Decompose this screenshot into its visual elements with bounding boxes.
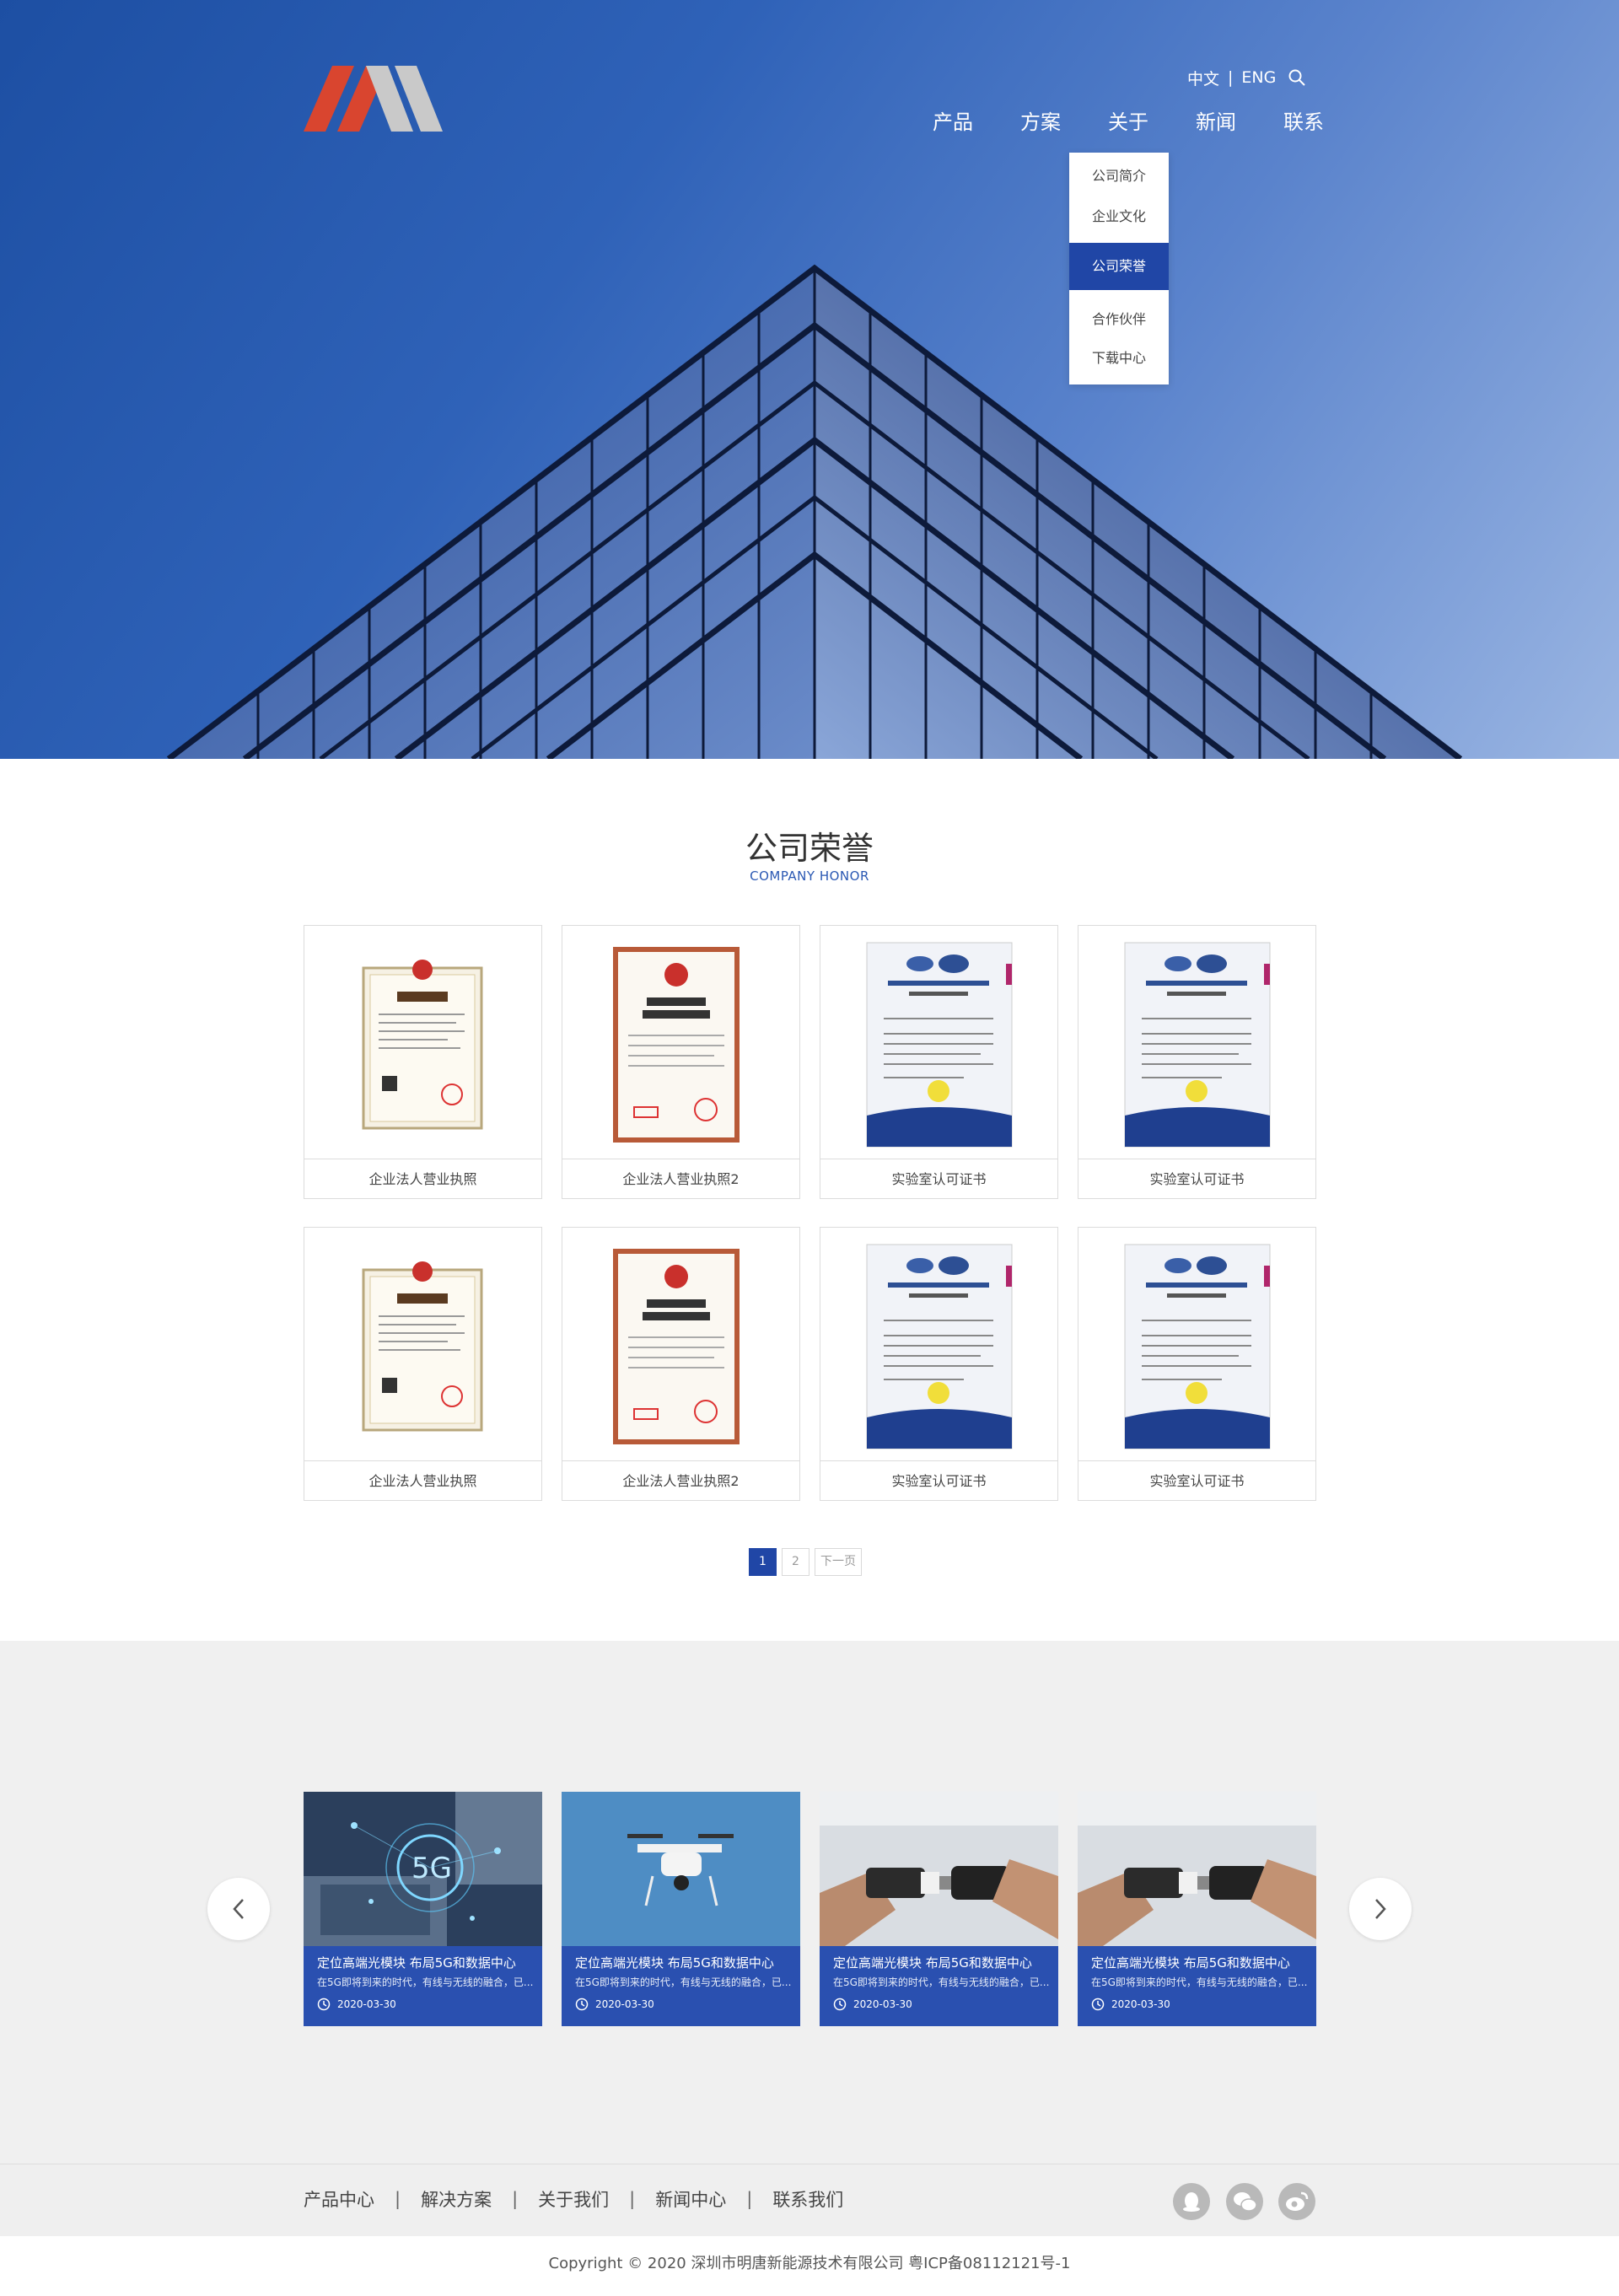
certificate-image xyxy=(1078,1228,1315,1461)
carousel-prev-button[interactable] xyxy=(207,1878,270,1940)
certificate-card[interactable]: 实验室认可证书 xyxy=(1078,925,1316,1199)
news-date: 2020-03-30 xyxy=(833,1998,912,2011)
certificate-caption: 实验室认可证书 xyxy=(1149,1473,1245,1489)
dropdown-item-downloads[interactable]: 下载中心 xyxy=(1069,341,1169,375)
news-card[interactable]: 定位高端光模块 布局5G和数据中心 在5G即将到来的时代，有线与无线的融合，已.… xyxy=(562,1792,800,2026)
certificate-image xyxy=(304,926,541,1159)
copyright-text: Copyright © 2020 深圳市明唐新能源技术有限公司 粤ICP备081… xyxy=(0,2236,1619,2296)
nav-products[interactable]: 产品 xyxy=(909,108,997,137)
news-title: 定位高端光模块 布局5G和数据中心 xyxy=(833,1955,1032,1971)
dropdown-item-honor[interactable]: 公司荣誉 xyxy=(1069,243,1169,290)
nav-contact[interactable]: 联系 xyxy=(1260,108,1347,137)
news-title: 定位高端光模块 布局5G和数据中心 xyxy=(575,1955,774,1971)
footer-separator: | xyxy=(395,2189,401,2209)
wechat-icon[interactable] xyxy=(1226,2183,1263,2220)
news-date-text: 2020-03-30 xyxy=(853,1998,912,2010)
building-image xyxy=(166,264,1463,759)
section-title: 公司荣誉 xyxy=(745,830,874,867)
news-description: 在5G即将到来的时代，有线与无线的融合，已... xyxy=(575,1976,792,1988)
clock-icon xyxy=(317,1998,331,2011)
news-title: 定位高端光模块 布局5G和数据中心 xyxy=(1091,1955,1290,1971)
lang-cn-link[interactable]: 中文 xyxy=(1187,67,1219,89)
page-1-button[interactable]: 1 xyxy=(749,1548,777,1576)
certificate-caption: 实验室认可证书 xyxy=(1149,1171,1245,1187)
chevron-left-icon xyxy=(233,1899,244,1919)
svg-text:5G: 5G xyxy=(411,1852,452,1885)
certificate-caption: 企业法人营业执照 xyxy=(368,1171,477,1187)
nav-news[interactable]: 新闻 xyxy=(1172,108,1260,137)
footer-separator: | xyxy=(512,2189,519,2209)
next-page-button[interactable]: 下一页 xyxy=(815,1548,862,1576)
footer-link-contact[interactable]: 联系我们 xyxy=(772,2186,843,2212)
company-logo[interactable] xyxy=(304,66,443,133)
news-date-text: 2020-03-30 xyxy=(337,1998,396,2010)
chevron-right-icon xyxy=(1375,1899,1386,1919)
certificate-image xyxy=(820,1228,1057,1461)
footer-link-products[interactable]: 产品中心 xyxy=(304,2186,374,2212)
news-date-text: 2020-03-30 xyxy=(1111,1998,1170,2010)
certificate-card[interactable]: 实验室认可证书 xyxy=(1078,1227,1316,1501)
certificate-card[interactable]: 实验室认可证书 xyxy=(820,925,1058,1199)
lang-en-link[interactable]: ENG xyxy=(1241,68,1276,87)
news-date: 2020-03-30 xyxy=(1091,1998,1170,2011)
weibo-icon[interactable] xyxy=(1278,2183,1315,2220)
hero-banner: 中文 | ENG 产品 方案 关于 新闻 联系 公司简介 企业文化 公司荣誉 合… xyxy=(0,0,1619,759)
footer-link-about[interactable]: 关于我们 xyxy=(538,2186,609,2212)
certificate-caption: 企业法人营业执照 xyxy=(368,1473,477,1489)
clock-icon xyxy=(833,1998,847,2011)
footer-link-news[interactable]: 新闻中心 xyxy=(655,2186,726,2212)
qq-icon[interactable] xyxy=(1173,2183,1210,2220)
footer-separator: | xyxy=(746,2189,753,2209)
nav-solutions[interactable]: 方案 xyxy=(997,108,1084,137)
about-dropdown: 公司简介 企业文化 公司荣誉 合作伙伴 下载中心 xyxy=(1069,153,1169,384)
news-description: 在5G即将到来的时代，有线与无线的融合，已... xyxy=(317,1976,534,1988)
certificate-caption: 企业法人营业执照2 xyxy=(622,1171,740,1187)
nav-about[interactable]: 关于 xyxy=(1084,108,1172,137)
news-card[interactable]: 定位高端光模块 布局5G和数据中心 在5G即将到来的时代，有线与无线的融合，已.… xyxy=(820,1792,1058,2026)
certificate-image xyxy=(1078,926,1315,1159)
certificate-card[interactable]: 企业法人营业执照2 xyxy=(562,925,800,1199)
page-2-button[interactable]: 2 xyxy=(782,1548,810,1576)
news-date-text: 2020-03-30 xyxy=(595,1998,654,2010)
certificate-caption: 实验室认可证书 xyxy=(891,1171,987,1187)
dropdown-item-partners[interactable]: 合作伙伴 xyxy=(1069,303,1169,336)
lang-separator: | xyxy=(1228,68,1234,87)
certificate-card[interactable]: 企业法人营业执照 xyxy=(304,1227,542,1501)
section-subtitle: COMPANY HONOR xyxy=(750,868,869,884)
footer-link-solutions[interactable]: 解决方案 xyxy=(421,2186,492,2212)
certificate-image xyxy=(562,926,799,1159)
clock-icon xyxy=(1091,1998,1105,2011)
news-date: 2020-03-30 xyxy=(575,1998,654,2011)
news-image xyxy=(562,1792,800,1946)
news-card[interactable]: 定位高端光模块 布局5G和数据中心 在5G即将到来的时代，有线与无线的融合，已.… xyxy=(1078,1792,1316,2026)
certificate-caption: 实验室认可证书 xyxy=(891,1473,987,1489)
main-nav: 产品 方案 关于 新闻 联系 xyxy=(909,108,1347,137)
news-image: 5G xyxy=(304,1792,542,1946)
certificate-card[interactable]: 企业法人营业执照 xyxy=(304,925,542,1199)
footer-links: 产品中心 | 解决方案 | 关于我们 | 新闻中心 | 联系我们 xyxy=(304,2186,843,2212)
footer-nav: 产品中心 | 解决方案 | 关于我们 | 新闻中心 | 联系我们 xyxy=(0,2164,1619,2236)
language-switcher: 中文 | ENG xyxy=(1187,67,1306,89)
certificate-caption: 企业法人营业执照2 xyxy=(622,1473,740,1489)
clock-icon xyxy=(575,1998,589,2011)
certificate-card[interactable]: 企业法人营业执照2 xyxy=(562,1227,800,1501)
news-image xyxy=(820,1792,1058,1946)
dropdown-item-profile[interactable]: 公司简介 xyxy=(1069,159,1169,193)
carousel-next-button[interactable] xyxy=(1349,1878,1412,1940)
certificate-image xyxy=(304,1228,541,1461)
footer-separator: | xyxy=(629,2189,636,2209)
certificate-card[interactable]: 实验室认可证书 xyxy=(820,1227,1058,1501)
dropdown-item-culture[interactable]: 企业文化 xyxy=(1069,200,1169,234)
certificate-image xyxy=(562,1228,799,1461)
news-title: 定位高端光模块 布局5G和数据中心 xyxy=(317,1955,516,1971)
news-image xyxy=(1078,1792,1316,1946)
news-card[interactable]: 5G 定位高端光模块 布局5G和数据中心 在5G即将到来的时代，有线与无线的融合… xyxy=(304,1792,542,2026)
news-date: 2020-03-30 xyxy=(317,1998,396,2011)
news-description: 在5G即将到来的时代，有线与无线的融合，已... xyxy=(833,1976,1050,1988)
news-description: 在5G即将到来的时代，有线与无线的融合，已... xyxy=(1091,1976,1308,1988)
pagination: 1 2 下一页 xyxy=(749,1548,862,1576)
certificate-image xyxy=(820,926,1057,1159)
search-icon[interactable] xyxy=(1288,68,1306,87)
